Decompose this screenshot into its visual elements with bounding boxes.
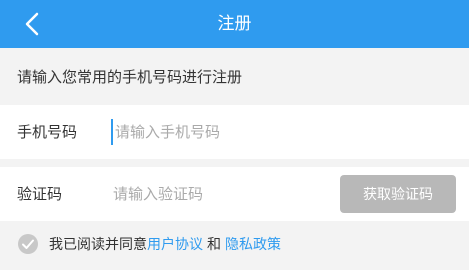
agreement-row: 我已阅读并同意 用户协议 和 隐私政策: [17, 230, 281, 258]
user-agreement-link[interactable]: 用户协议: [147, 234, 203, 254]
privacy-policy-link[interactable]: 隐私政策: [225, 234, 281, 254]
page-title: 注册: [217, 14, 252, 34]
check-circle-icon[interactable]: [17, 233, 39, 255]
agreement-conjunction: 和: [207, 237, 221, 253]
registration-hint: 请输入您常用的手机号码进行注册: [17, 68, 243, 86]
phone-label: 手机号码: [17, 123, 78, 141]
verification-code-label: 验证码: [17, 185, 63, 203]
header-bar: 注册: [0, 0, 469, 48]
agreement-text: 我已阅读并同意: [49, 237, 147, 253]
verification-code-input[interactable]: [113, 181, 328, 207]
phone-input[interactable]: [111, 119, 330, 145]
get-verification-code-button[interactable]: 获取验证码: [340, 175, 456, 213]
phone-row: 手机号码: [0, 105, 469, 159]
verification-code-row: 验证码 获取验证码: [0, 167, 469, 221]
